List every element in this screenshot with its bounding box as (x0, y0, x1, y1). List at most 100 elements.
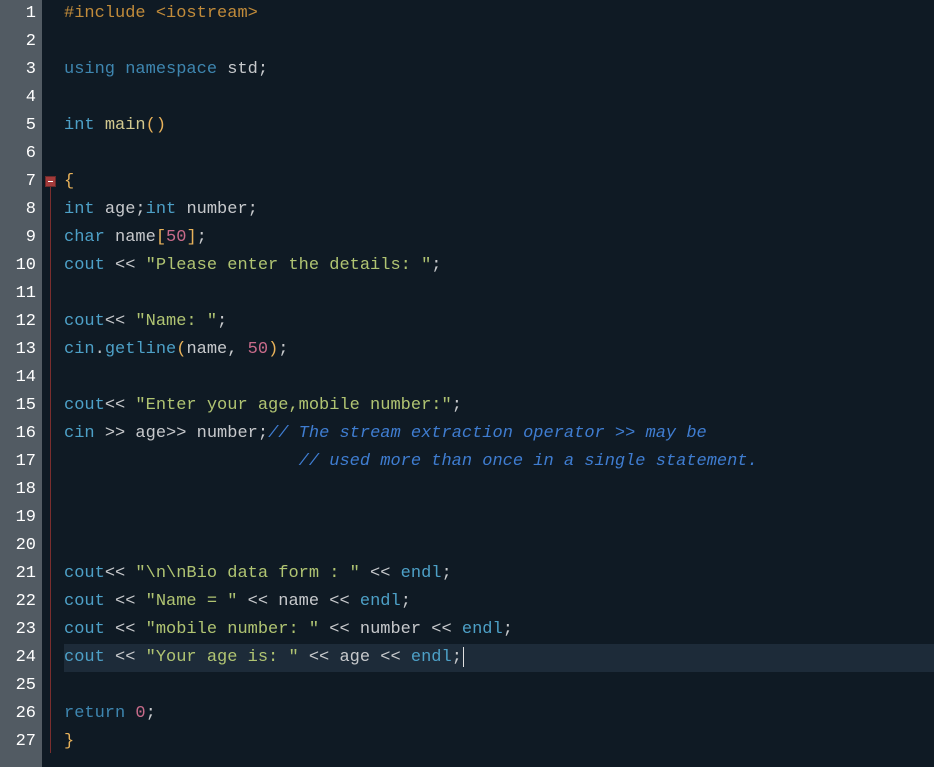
operator-token: << (115, 592, 146, 611)
identifier-token: age (105, 200, 136, 219)
identifier-token: name (278, 592, 319, 611)
bracket-token: [ (156, 228, 166, 247)
keyword-token: namespace (125, 60, 227, 79)
punct-token: . (95, 340, 105, 359)
line-number: 4 (0, 84, 36, 112)
punct-token: ; (401, 592, 411, 611)
line-number: 9 (0, 224, 36, 252)
brace-token: } (64, 732, 74, 751)
stream-token: cout (64, 256, 115, 275)
code-line: cout << "mobile number: " << number << e… (64, 616, 934, 644)
line-number: 18 (0, 476, 36, 504)
comment-token: // The stream extraction operator >> may… (268, 424, 707, 443)
line-number: 12 (0, 308, 36, 336)
fold-column (42, 0, 60, 767)
line-number: 1 (0, 0, 36, 28)
identifier-token: age (135, 424, 166, 443)
operator-token: << (421, 620, 462, 639)
line-number: 14 (0, 364, 36, 392)
stream-token: cout (64, 564, 105, 583)
line-number: 13 (0, 336, 36, 364)
line-number: 24 (0, 644, 36, 672)
type-token: int (64, 200, 105, 219)
stream-token: cin (64, 424, 105, 443)
line-number: 23 (0, 616, 36, 644)
string-token: "\n\nBio data form : " (135, 564, 359, 583)
code-line (64, 504, 934, 532)
punct-token: ; (258, 60, 268, 79)
code-line: int main() (64, 112, 934, 140)
code-line: cout << "Name = " << name << endl; (64, 588, 934, 616)
code-line: char name[50]; (64, 224, 934, 252)
code-line (64, 364, 934, 392)
punct-token: , (227, 340, 247, 359)
code-line: #include <iostream> (64, 0, 934, 28)
type-token: char (64, 228, 115, 247)
operator-token: >> (105, 424, 136, 443)
stream-token: cout (64, 312, 105, 331)
text-cursor (463, 647, 464, 667)
code-line: cin.getline(name, 50); (64, 336, 934, 364)
operator-token: << (115, 256, 146, 275)
brace-token: { (64, 172, 74, 191)
comment-token: // used more than once in a single state… (299, 452, 758, 471)
code-line (64, 84, 934, 112)
line-number: 2 (0, 28, 36, 56)
fold-guide-line (50, 187, 51, 753)
line-number: 20 (0, 532, 36, 560)
stream-token: endl (462, 620, 503, 639)
line-number: 16 (0, 420, 36, 448)
punct-token: ; (278, 340, 288, 359)
paren-token: ( (176, 340, 186, 359)
number-token: 50 (166, 228, 186, 247)
identifier-token: name (115, 228, 156, 247)
string-token: "mobile number: " (146, 620, 319, 639)
operator-token: << (105, 312, 136, 331)
code-line: cin >> age>> number;// The stream extrac… (64, 420, 934, 448)
stream-token: cout (64, 396, 105, 415)
line-number: 6 (0, 140, 36, 168)
line-number: 27 (0, 728, 36, 756)
type-token: int (64, 116, 105, 135)
line-number: 19 (0, 504, 36, 532)
code-line-active: cout << "Your age is: " << age << endl; (64, 644, 934, 672)
line-number: 8 (0, 196, 36, 224)
punct-token: ; (441, 564, 451, 583)
code-line (64, 28, 934, 56)
code-line: using namespace std; (64, 56, 934, 84)
bracket-token: ] (186, 228, 196, 247)
stream-token: endl (360, 592, 401, 611)
function-name-token: main (105, 116, 146, 135)
operator-token: << (360, 564, 401, 583)
operator-token: << (299, 648, 340, 667)
keyword-token: using (64, 60, 125, 79)
code-line: cout << "Please enter the details: "; (64, 252, 934, 280)
string-token: "Name: " (135, 312, 217, 331)
code-editor-area[interactable]: #include <iostream> using namespace std;… (60, 0, 934, 767)
line-number: 3 (0, 56, 36, 84)
operator-token: << (105, 396, 136, 415)
operator-token: << (115, 620, 146, 639)
operator-token: >> (166, 424, 197, 443)
punct-token: ; (452, 648, 462, 667)
number-token: 50 (248, 340, 268, 359)
paren-token: () (146, 116, 166, 135)
stream-token: cout (64, 592, 115, 611)
code-line (64, 280, 934, 308)
fold-toggle-icon[interactable] (45, 176, 56, 187)
method-token: getline (105, 340, 176, 359)
preprocessor-token: #include (64, 4, 156, 23)
stream-token: cin (64, 340, 95, 359)
operator-token: << (370, 648, 411, 667)
punct-token: ; (503, 620, 513, 639)
code-line: cout<< "\n\nBio data form : " << endl; (64, 560, 934, 588)
code-line (64, 672, 934, 700)
string-token: "Enter your age,mobile number:" (135, 396, 451, 415)
identifier-token: name (186, 340, 227, 359)
whitespace (64, 452, 299, 471)
line-number: 25 (0, 672, 36, 700)
stream-token: cout (64, 620, 115, 639)
identifier-token: number (197, 424, 258, 443)
operator-token: << (105, 564, 136, 583)
code-line (64, 140, 934, 168)
